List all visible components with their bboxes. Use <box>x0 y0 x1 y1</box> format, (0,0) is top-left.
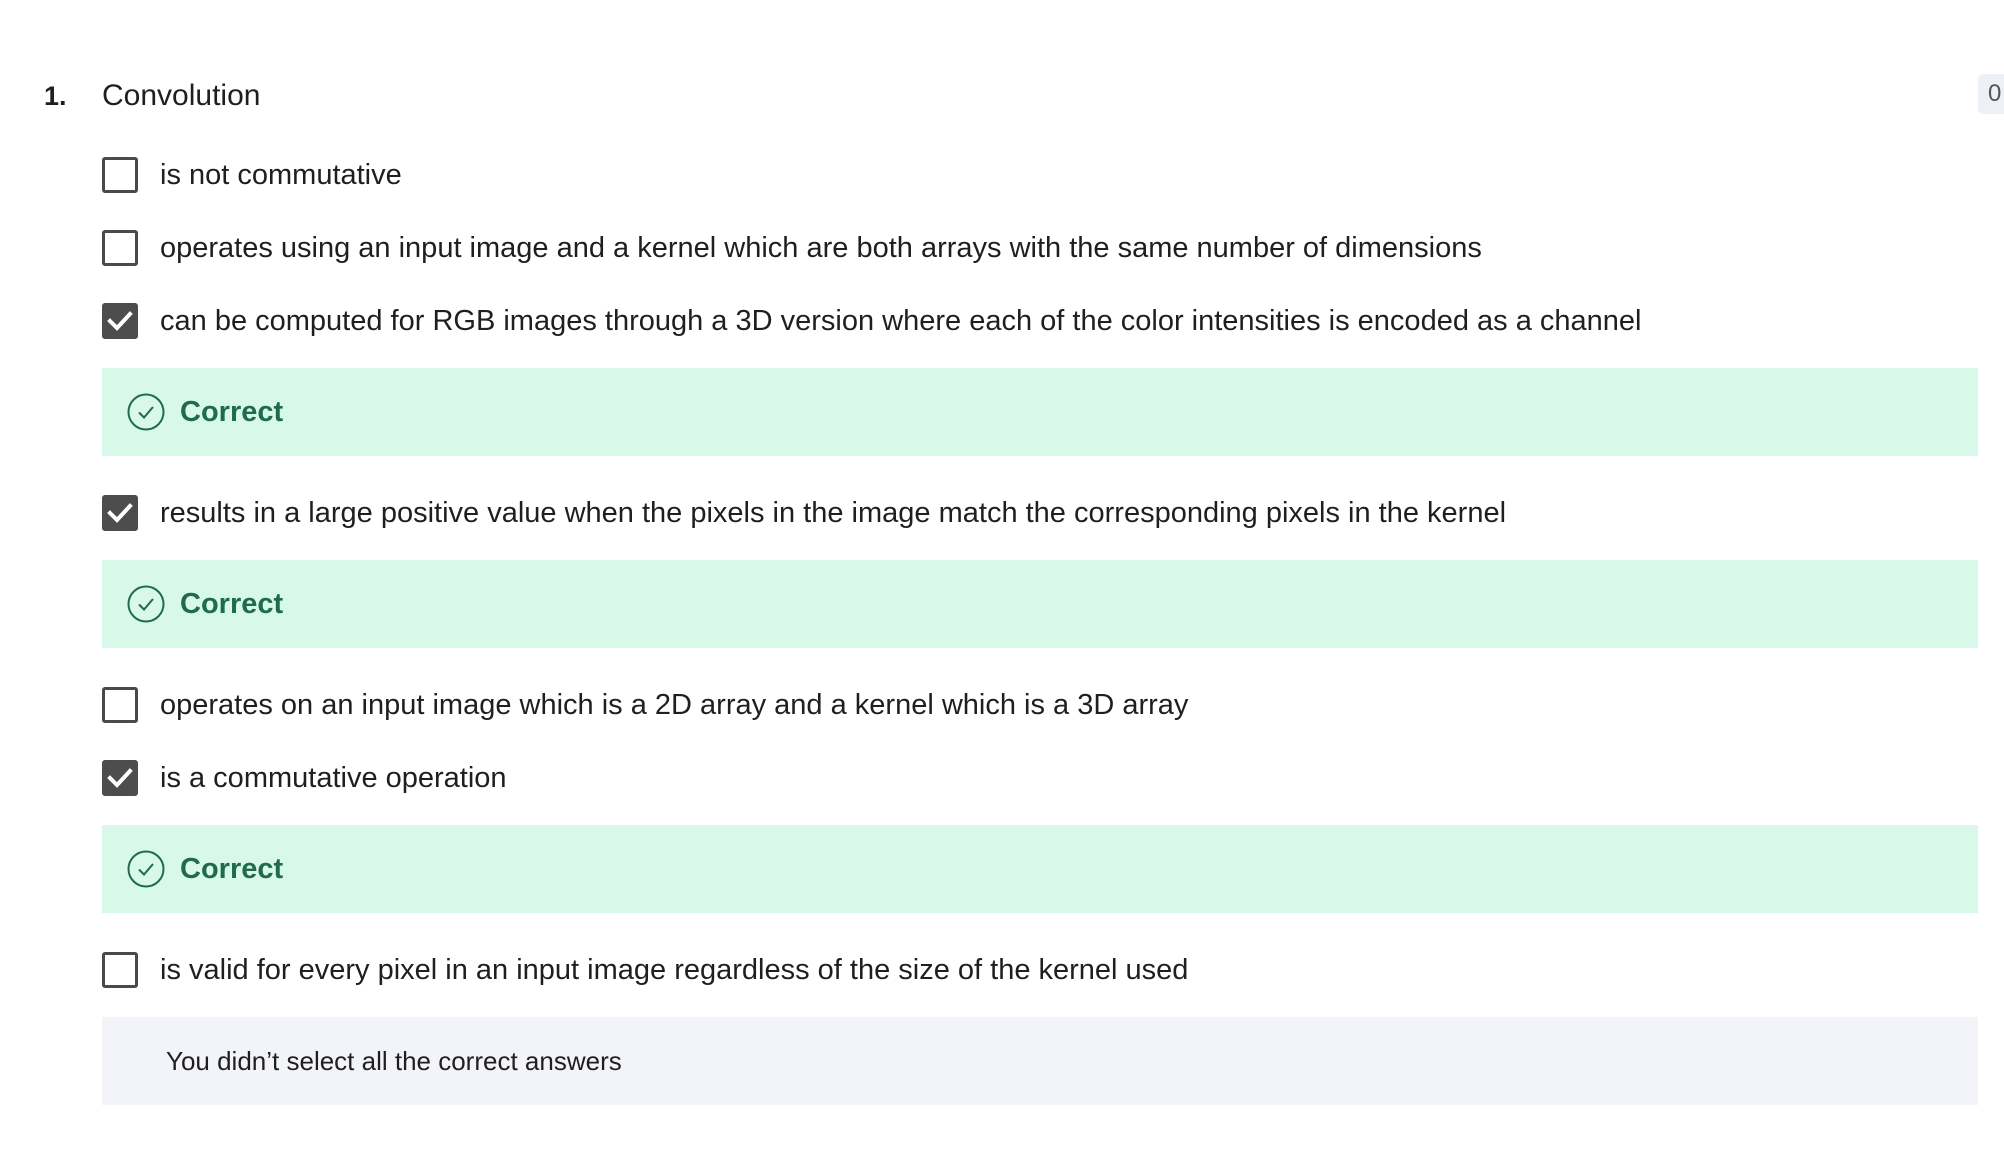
check-circle-icon <box>127 585 165 623</box>
check-circle-icon <box>127 393 165 431</box>
checkmark-icon <box>107 768 133 788</box>
feedback-text: Correct <box>180 852 284 885</box>
option-2[interactable]: operates using an input image and a kern… <box>102 223 1978 273</box>
checkbox-checked[interactable] <box>102 303 138 339</box>
option-6[interactable]: is a commutative operation <box>102 753 1978 803</box>
option-label: is valid for every pixel in an input ima… <box>160 953 1189 986</box>
option-label: can be computed for RGB images through a… <box>160 304 1642 337</box>
options-list: is not commutative operates using an inp… <box>102 150 1978 1105</box>
summary-message: You didn’t select all the correct answer… <box>102 1017 1978 1105</box>
question-number: 1. <box>44 80 67 111</box>
feedback-correct: Correct <box>102 560 1978 648</box>
feedback-correct: Correct <box>102 368 1978 456</box>
option-4[interactable]: results in a large positive value when t… <box>102 488 1978 538</box>
option-label: results in a large positive value when t… <box>160 496 1507 529</box>
option-1[interactable]: is not commutative <box>102 150 1978 200</box>
question-title: Convolution <box>102 79 261 112</box>
check-circle-icon <box>127 850 165 888</box>
question-header: 1. Convolution <box>44 74 260 118</box>
checkbox-unchecked[interactable] <box>102 230 138 266</box>
feedback-correct: Correct <box>102 825 1978 913</box>
option-3[interactable]: can be computed for RGB images through a… <box>102 296 1978 346</box>
option-5[interactable]: operates on an input image which is a 2D… <box>102 680 1978 730</box>
option-label: operates on an input image which is a 2D… <box>160 688 1189 721</box>
option-7[interactable]: is valid for every pixel in an input ima… <box>102 945 1978 995</box>
checkbox-unchecked[interactable] <box>102 157 138 193</box>
checkmark-icon <box>107 311 133 331</box>
points-badge: 0 <box>1978 74 2004 114</box>
summary-text: You didn’t select all the correct answer… <box>166 1045 622 1076</box>
option-label: operates using an input image and a kern… <box>160 231 1482 264</box>
checkbox-unchecked[interactable] <box>102 687 138 723</box>
quiz-page: 1. Convolution 0 is not commutative oper… <box>0 0 2004 1156</box>
feedback-text: Correct <box>180 395 284 428</box>
checkbox-checked[interactable] <box>102 495 138 531</box>
checkmark-icon <box>107 503 133 523</box>
feedback-text: Correct <box>180 587 284 620</box>
checkbox-checked[interactable] <box>102 760 138 796</box>
option-label: is not commutative <box>160 158 402 191</box>
option-label: is a commutative operation <box>160 761 507 794</box>
checkbox-unchecked[interactable] <box>102 952 138 988</box>
